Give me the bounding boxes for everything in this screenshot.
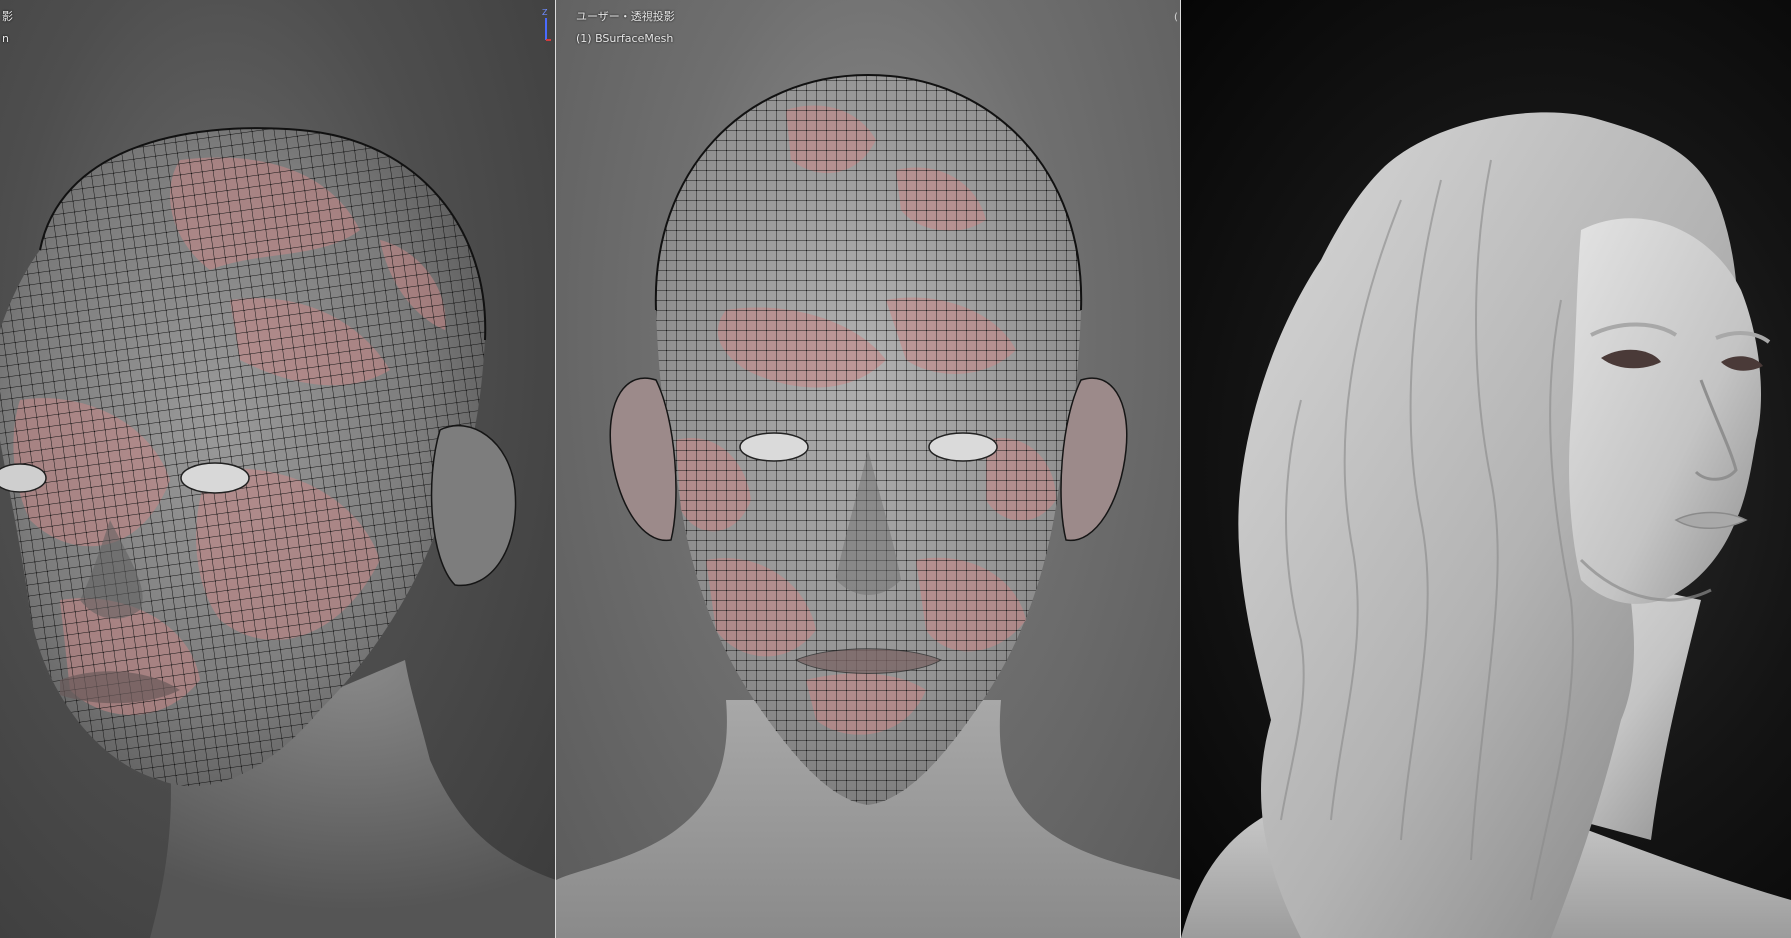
center-head-mesh <box>556 73 1181 938</box>
left-object-label: n <box>2 32 9 45</box>
left-view-label: 影 <box>2 10 13 23</box>
center-viewport-hud: ユーザー・透視投影 (1) BSurfaceMesh <box>576 10 675 46</box>
left-eye-right <box>180 462 250 494</box>
right-edge-glyph: ( <box>1174 12 1178 23</box>
three-panel-stage: 影 n Z ユーザー・透視投影 (1) BSurfaceMesh ( <box>0 0 1791 938</box>
axis-z-label: Z <box>542 8 548 17</box>
left-ear-shape <box>430 425 517 587</box>
axis-gizmo-icon[interactable]: Z <box>540 8 552 44</box>
right-render-viewport[interactable] <box>1181 0 1791 938</box>
center-view-label: ユーザー・透視投影 <box>576 10 675 23</box>
sculpt-bust-render <box>1181 112 1791 938</box>
center-object-label: (1) BSurfaceMesh <box>576 32 674 45</box>
left-head-mesh <box>0 127 556 938</box>
left-3d-viewport[interactable]: 影 n Z <box>0 0 556 938</box>
center-3d-viewport[interactable]: ユーザー・透視投影 (1) BSurfaceMesh <box>556 0 1181 938</box>
left-viewport-hud: 影 n <box>2 10 13 46</box>
left-eye-left <box>0 463 47 493</box>
center-eye-right <box>928 432 998 462</box>
center-eye-left <box>739 432 809 462</box>
sculpt-face <box>1569 218 1761 604</box>
